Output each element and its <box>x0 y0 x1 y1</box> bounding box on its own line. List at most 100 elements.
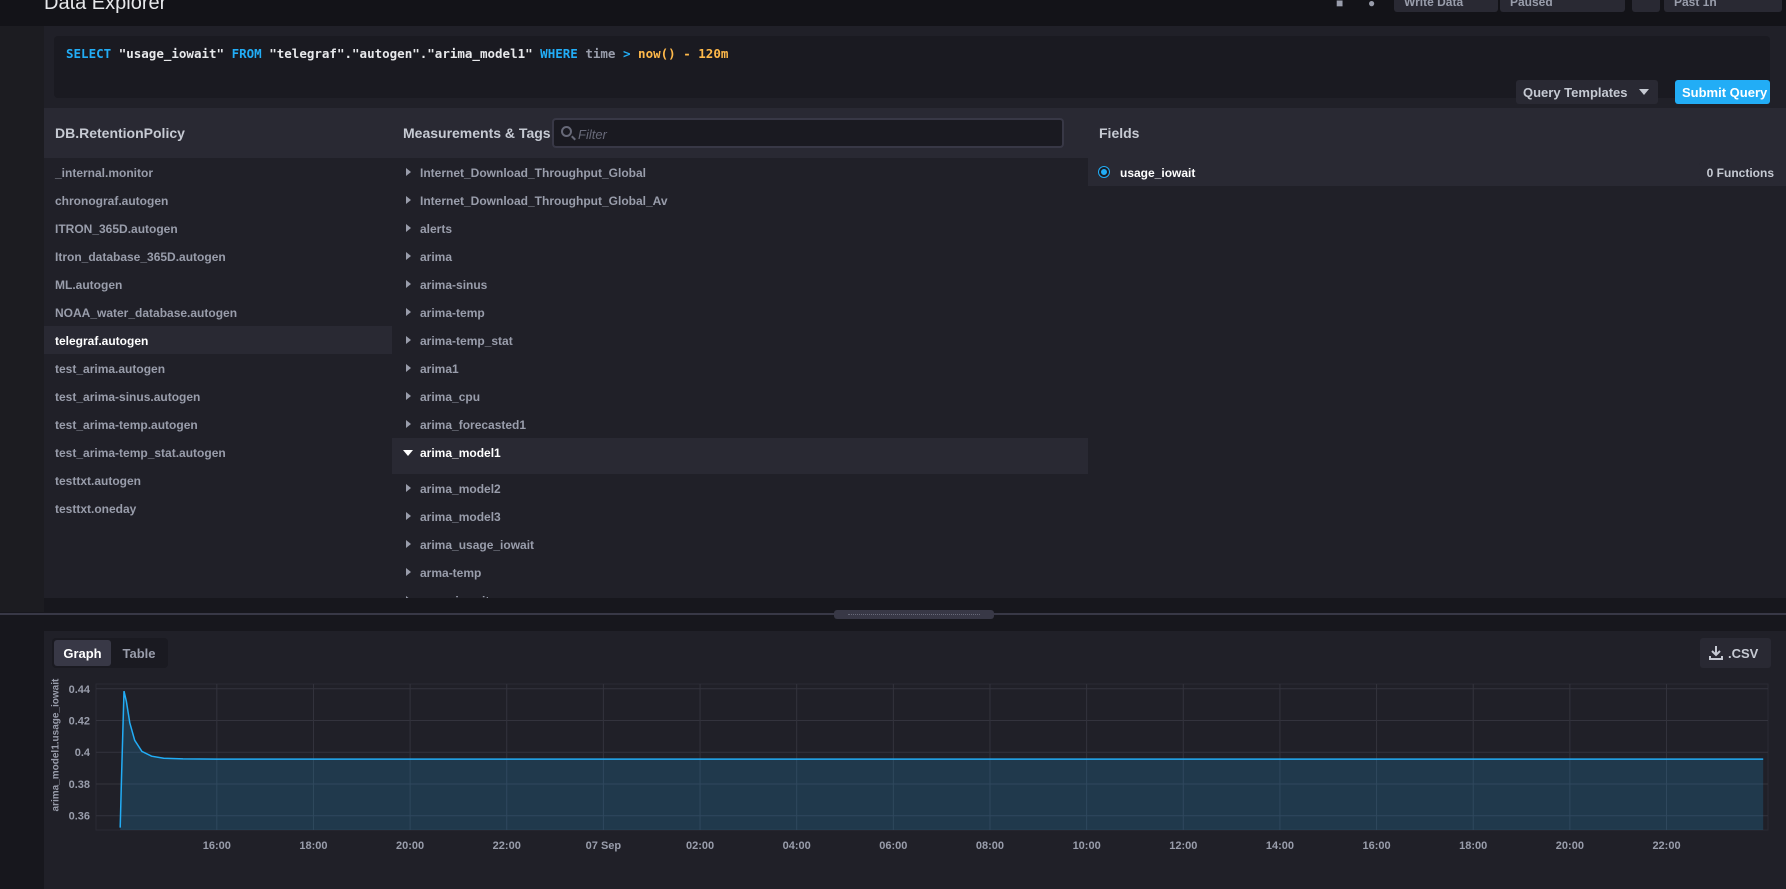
measurement-item[interactable]: arma-temp <box>392 558 1088 586</box>
database-icon[interactable]: ■ <box>1336 0 1352 10</box>
refresh-icon[interactable] <box>1632 0 1660 12</box>
query-where-keyword: WHERE <box>540 46 578 61</box>
caret-right-icon <box>406 484 411 492</box>
csv-download-button[interactable]: .CSV <box>1700 638 1771 668</box>
measurement-item[interactable]: arima_model2 <box>392 474 1088 502</box>
db-item[interactable]: telegraf.autogen <box>44 326 392 354</box>
measurement-item[interactable]: arima_model3 <box>392 502 1088 530</box>
db-item[interactable]: NOAA_water_database.autogen <box>44 298 392 326</box>
measurement-item[interactable]: arima_forecasted1 <box>392 410 1088 438</box>
caret-right-icon <box>406 252 411 260</box>
db-item[interactable]: chronograf.autogen <box>44 186 392 214</box>
query-measurement: "arima_model1" <box>427 46 533 61</box>
x-tick-label: 08:00 <box>976 840 1004 852</box>
measurement-label: arma_iowait <box>420 594 489 598</box>
measurement-item[interactable]: Internet_Download_Throughput_Global_Av <box>392 186 1088 214</box>
query-text[interactable]: SELECT "usage_iowait" FROM "telegraf"."a… <box>66 46 728 61</box>
measurement-item[interactable]: alerts <box>392 214 1088 242</box>
x-tick-label: 10:00 <box>1073 840 1101 852</box>
x-tick-label: 12:00 <box>1169 840 1197 852</box>
caret-right-icon <box>406 392 411 400</box>
write-data-button[interactable]: Write Data <box>1394 0 1498 12</box>
measurement-item[interactable]: arima_model1 <box>392 438 1088 474</box>
field-row[interactable]: usage_iowait 0 Functions <box>1088 158 1786 186</box>
measurement-item[interactable]: arima-sinus <box>392 270 1088 298</box>
db-item[interactable]: ML.autogen <box>44 270 392 298</box>
measurement-item[interactable]: arima_usage_iowait <box>392 530 1088 558</box>
measurement-label: arima_model1 <box>420 446 501 460</box>
measurement-item[interactable]: arima1 <box>392 354 1088 382</box>
autorefresh-dropdown[interactable]: Paused <box>1500 0 1625 12</box>
db-item[interactable]: test_arima-sinus.autogen <box>44 382 392 410</box>
measurement-item[interactable]: arima <box>392 242 1088 270</box>
caret-right-icon <box>406 364 411 372</box>
measurement-item[interactable]: arima_cpu <box>392 382 1088 410</box>
line-chart[interactable]: 0.44 0.42 0.4 0.38 0.36 16:00 18:00 20:00 22:00 0… <box>44 676 1786 889</box>
field-name: usage_iowait <box>1120 166 1196 180</box>
y-tick-label: 0.4 <box>75 747 91 759</box>
measurement-filter[interactable] <box>552 118 1064 148</box>
submit-query-button[interactable]: Submit Query <box>1675 80 1770 104</box>
x-tick-label: 16:00 <box>203 840 231 852</box>
caret-right-icon <box>406 280 411 288</box>
fields-column-header: Fields <box>1088 108 1786 158</box>
series-area <box>120 691 1764 830</box>
measurement-item[interactable]: arima-temp_stat <box>392 326 1088 354</box>
functions-button[interactable]: 0 Functions <box>1698 162 1782 182</box>
db-column-title: DB.RetentionPolicy <box>55 125 185 141</box>
measurement-item[interactable]: Internet_Download_Throughput_Global <box>392 158 1088 186</box>
db-item[interactable]: test_arima.autogen <box>44 354 392 382</box>
caret-right-icon <box>406 540 411 548</box>
db-item[interactable]: ITRON_365D.autogen <box>44 214 392 242</box>
tab-graph[interactable]: Graph <box>54 640 111 666</box>
caret-right-icon <box>406 196 411 204</box>
fields-column-title: Fields <box>1099 125 1140 141</box>
measurements-column-header: Measurements & Tags <box>392 108 1088 158</box>
x-tick-label: 22:00 <box>1652 840 1680 852</box>
measurement-item[interactable]: arima-temp <box>392 298 1088 326</box>
query-db: "telegraf" <box>269 46 345 61</box>
x-tick-label: 14:00 <box>1266 840 1294 852</box>
page-title: Data Explorer <box>44 0 167 14</box>
x-tick-label: 02:00 <box>686 840 714 852</box>
db-list: _internal.monitor chronograf.autogen ITRON… <box>44 158 392 522</box>
chart-area: arima_model1.usage_iowait 0.44 0.42 0.4 0.3… <box>44 676 1786 889</box>
time-range-dropdown[interactable]: Past 1h <box>1664 0 1782 12</box>
db-item[interactable]: _internal.monitor <box>44 158 392 186</box>
db-item[interactable]: testtxt.autogen <box>44 466 392 494</box>
measurement-list: Internet_Download_Throughput_Global Inter… <box>392 158 1088 598</box>
query-now-function: now() <box>638 46 676 61</box>
db-item[interactable]: test_arima-temp.autogen <box>44 410 392 438</box>
filter-input[interactable] <box>578 124 1048 144</box>
measurement-label: arima_model3 <box>420 510 501 524</box>
measurement-label: arima-temp <box>420 306 485 320</box>
query-operator: > <box>622 46 631 61</box>
query-templates-dropdown[interactable]: Query Templates <box>1516 80 1658 104</box>
query-editor[interactable]: SELECT "usage_iowait" FROM "telegraf"."a… <box>54 36 1770 98</box>
caret-right-icon <box>406 308 411 316</box>
caret-right-icon <box>406 596 411 598</box>
x-tick-label: 07 Sep <box>586 840 622 852</box>
resize-handle[interactable] <box>834 610 994 619</box>
caret-right-icon <box>406 224 411 232</box>
caret-down-icon <box>403 450 413 456</box>
csv-label: .CSV <box>1728 646 1759 661</box>
query-from-keyword: FROM <box>231 46 262 61</box>
query-field: "usage_iowait" <box>118 46 225 61</box>
fields-column: Fields usage_iowait 0 Functions <box>1088 108 1786 598</box>
db-item[interactable]: testtxt.oneday <box>44 494 392 522</box>
visualization-panel: Graph Table .CSV arima_model1.usage_iowa… <box>44 631 1786 889</box>
measurement-label: Internet_Download_Throughput_Global <box>420 166 646 180</box>
db-item[interactable]: Itron_database_365D.autogen <box>44 242 392 270</box>
measurement-label: arima1 <box>420 362 459 376</box>
measurement-item[interactable]: arma_iowait <box>392 586 1088 598</box>
tab-table[interactable]: Table <box>112 640 166 666</box>
field-selected-indicator[interactable] <box>1099 167 1109 177</box>
db-item[interactable]: test_arima-temp_stat.autogen <box>44 438 392 466</box>
measurement-label: arima_model2 <box>420 482 501 496</box>
query-minus: - <box>683 46 691 61</box>
info-icon[interactable]: ● <box>1368 0 1384 10</box>
sidebar-gutter <box>0 26 44 612</box>
query-rp: "autogen" <box>352 46 420 61</box>
x-tick-label: 20:00 <box>1556 840 1584 852</box>
